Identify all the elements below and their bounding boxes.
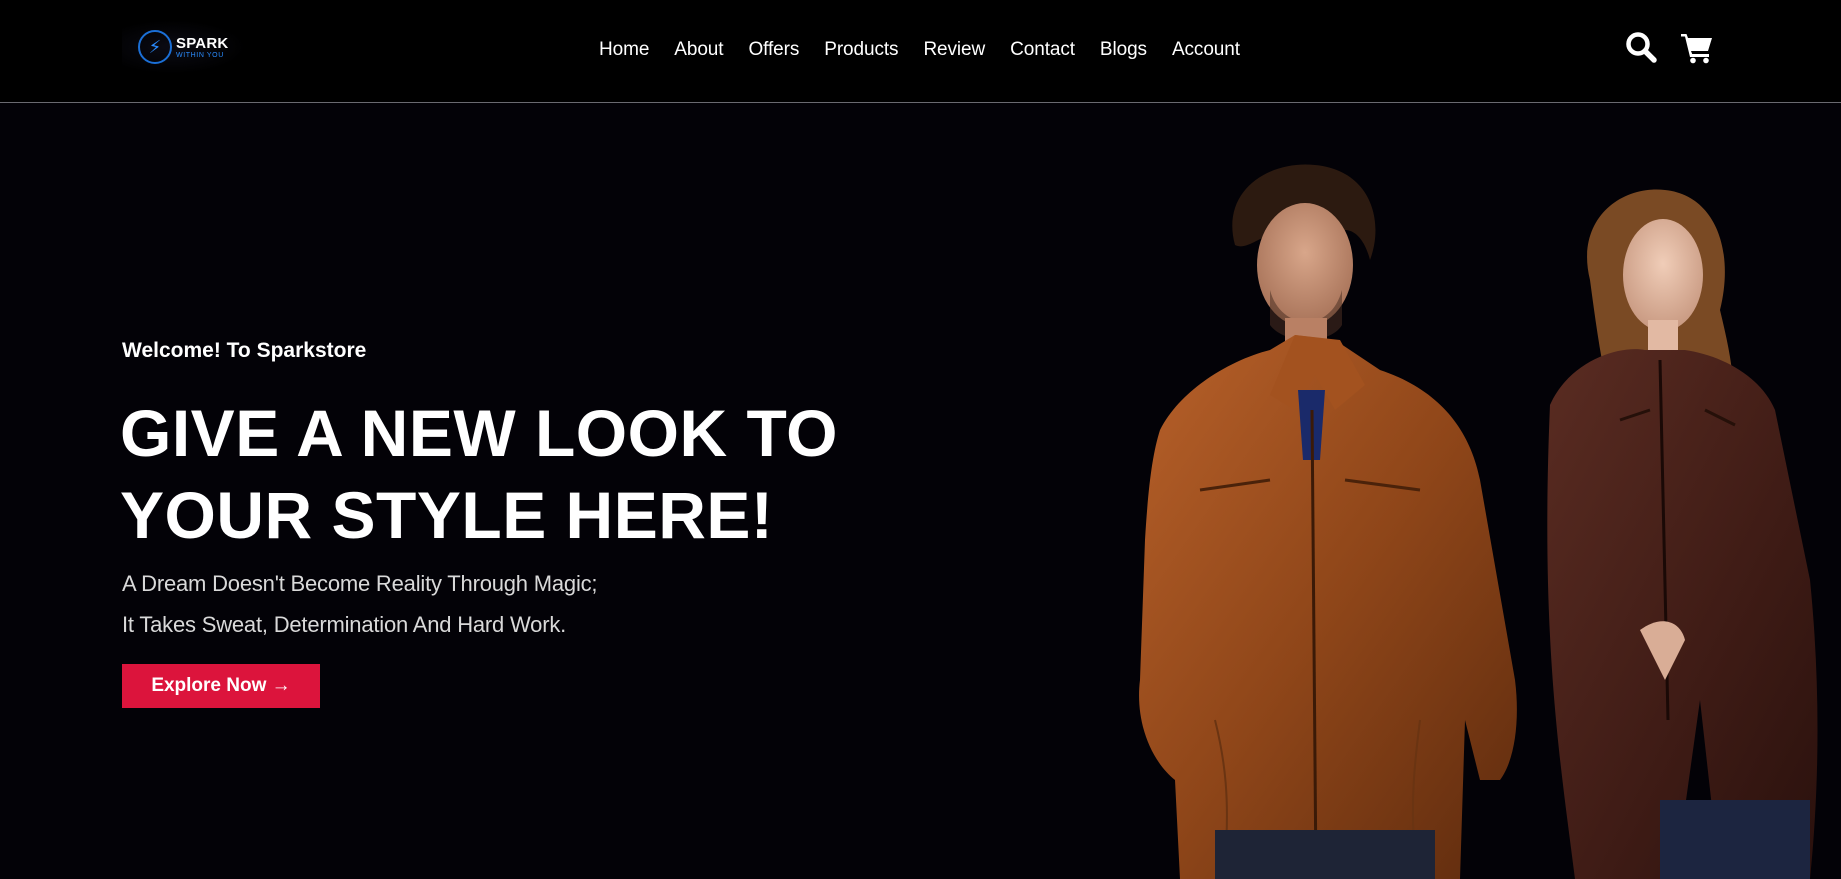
header-actions	[1624, 30, 1714, 64]
subtext-line-2: It Takes Sweat, Determination And Hard W…	[122, 612, 567, 637]
logo-tagline: WITHIN YOU	[176, 51, 224, 59]
site-header: ⚡︎ SPARK WITHIN YOU Home About Offers Pr…	[0, 0, 1841, 103]
nav-products[interactable]: Products	[824, 39, 898, 61]
nav-about[interactable]: About	[674, 39, 723, 61]
logo-text: SPARK WITHIN YOU	[176, 36, 228, 59]
nav-offers[interactable]: Offers	[748, 39, 799, 61]
lightning-bolt-icon: ⚡︎	[138, 30, 172, 64]
logo-name: SPARK	[176, 34, 229, 52]
explore-now-button[interactable]: Explore Now →	[122, 664, 320, 708]
brand-logo[interactable]: ⚡︎ SPARK WITHIN YOU	[122, 20, 246, 74]
nav-blogs[interactable]: Blogs	[1100, 39, 1147, 61]
cart-icon[interactable]	[1680, 30, 1714, 64]
hero-headline: GIVE A NEW LOOK TO YOUR STYLE HERE!	[120, 392, 920, 556]
headline-line-1: GIVE A NEW LOOK TO	[120, 396, 838, 470]
search-icon[interactable]	[1624, 30, 1658, 64]
subtext-line-1: A Dream Doesn't Become Reality Through M…	[122, 571, 598, 596]
models-illustration	[1139, 164, 1818, 879]
nav-home[interactable]: Home	[599, 39, 649, 61]
nav-review[interactable]: Review	[923, 39, 985, 61]
nav-contact[interactable]: Contact	[1010, 39, 1075, 61]
welcome-text: Welcome! To Sparkstore	[122, 339, 367, 362]
main-nav: Home About Offers Products Review Contac…	[599, 36, 1240, 64]
hero-image	[1120, 160, 1841, 879]
headline-line-2: YOUR STYLE HERE!	[120, 478, 774, 552]
nav-account[interactable]: Account	[1172, 39, 1240, 61]
hero-subtext: A Dream Doesn't Become Reality Through M…	[122, 563, 598, 645]
